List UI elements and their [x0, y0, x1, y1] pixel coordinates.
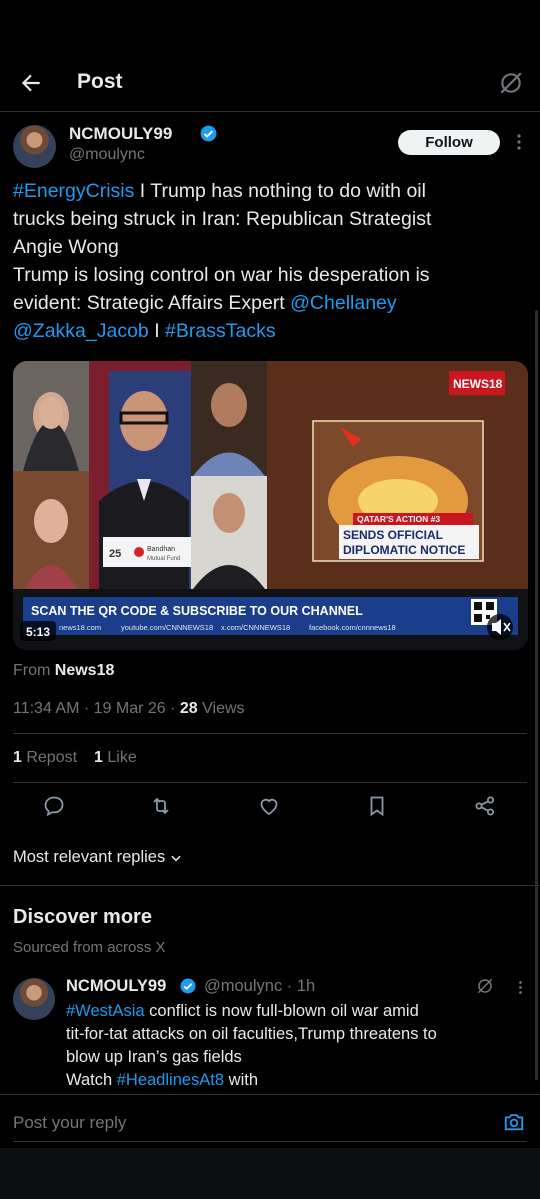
- svg-text:youtube.com/CNNNEWS18: youtube.com/CNNNEWS18: [121, 623, 213, 632]
- post-text-line: evident: Strategic Affairs Expert @Chell…: [13, 289, 523, 317]
- discover-post[interactable]: NCMOULY99 @moulync · 1h #WestAsia confli…: [13, 975, 527, 1090]
- svg-text:x.com/CNNNEWS18: x.com/CNNNEWS18: [221, 623, 290, 632]
- like-count: 1: [94, 749, 103, 766]
- reply-icon[interactable]: [42, 794, 66, 818]
- text-segment: Angie Wong: [13, 236, 119, 258]
- mention-link[interactable]: @Zakka_Jacob: [13, 320, 149, 342]
- chevron-down-icon: [171, 855, 181, 862]
- hashtag-link[interactable]: #EnergyCrisis: [13, 180, 134, 202]
- bookmark-icon[interactable]: [365, 794, 389, 818]
- svg-text:facebook.com/cnnnews18: facebook.com/cnnnews18: [309, 623, 396, 632]
- like-count-link[interactable]: 1 Like: [94, 749, 137, 766]
- scrollbar[interactable]: [535, 310, 538, 1080]
- verified-badge-icon: [200, 125, 217, 142]
- reply-handle-time[interactable]: @moulync · 1h: [204, 977, 315, 996]
- like-icon[interactable]: [257, 794, 281, 818]
- discover-title: Discover more: [13, 906, 152, 928]
- source-prefix: From: [13, 662, 55, 679]
- post-author: NCMOULY99 @moulync Follow: [13, 122, 527, 172]
- views-label: Views: [197, 700, 245, 717]
- divider: [13, 733, 527, 734]
- reply-input[interactable]: [13, 1113, 433, 1133]
- post-text: #EnergyCrisis I Trump has nothing to do …: [13, 177, 523, 345]
- back-arrow-icon[interactable]: [18, 70, 44, 96]
- svg-text:25: 25: [109, 548, 121, 560]
- text-segment: Trump is losing control on war his despe…: [13, 264, 430, 286]
- text-segment: I Trump has nothing to do with oil: [134, 180, 426, 202]
- author-handle[interactable]: @moulync: [69, 146, 145, 164]
- mention-link[interactable]: @Chellaney: [290, 292, 397, 314]
- section-divider: [0, 885, 540, 886]
- reply-text-line: blow up Iran’s gas fields: [66, 1046, 526, 1069]
- reply-author-name[interactable]: NCMOULY99: [66, 977, 166, 996]
- svg-text:SCAN THE QR CODE & SUBSCRIBE T: SCAN THE QR CODE & SUBSCRIBE TO OUR CHAN…: [31, 604, 363, 618]
- text-segment: blow up Iran’s gas fields: [66, 1048, 242, 1066]
- replies-sort-label: Most relevant replies: [13, 848, 166, 866]
- hashtag-link[interactable]: #BrassTacks: [165, 320, 276, 342]
- hashtag-link[interactable]: #WestAsia: [66, 1002, 145, 1020]
- more-icon[interactable]: [518, 980, 523, 995]
- repost-icon[interactable]: [149, 794, 173, 818]
- status-bar: [0, 0, 540, 56]
- source-name[interactable]: News18: [55, 662, 115, 679]
- like-label: Like: [102, 749, 137, 766]
- reply-composer: [0, 1094, 540, 1148]
- hashtag-link[interactable]: #HeadlinesAt8: [117, 1071, 224, 1089]
- svg-text:Mutual Fund: Mutual Fund: [147, 556, 180, 562]
- svg-text:NEWS18: NEWS18: [453, 377, 503, 391]
- text-segment: conflict is now full-blown oil war amid: [144, 1002, 419, 1020]
- top-app-bar: Post: [0, 56, 540, 112]
- svg-text:Bandhan: Bandhan: [147, 546, 175, 553]
- engagement-counts: 1 Repost 1 Like: [13, 749, 137, 767]
- mute-icon[interactable]: [487, 614, 513, 640]
- post-text-line: @Zakka_Jacob I #BrassTacks: [13, 317, 523, 345]
- time-text[interactable]: 11:34 AM · 19 Mar 26 ·: [13, 700, 180, 717]
- divider: [13, 782, 527, 783]
- camera-icon[interactable]: [503, 1111, 525, 1133]
- post-source: From News18: [13, 662, 114, 680]
- views-count: 28: [179, 700, 198, 717]
- composer-divider: [13, 1141, 527, 1142]
- svg-text:news18.com: news18.com: [59, 623, 101, 632]
- text-segment: trucks being struck in Iran: Republican …: [13, 208, 432, 230]
- reply-text-line: #WestAsia conflict is now full-blown oil…: [66, 1000, 526, 1023]
- text-segment: evident: Strategic Affairs Expert: [13, 292, 291, 314]
- post-text-line: Trump is losing control on war his despe…: [13, 261, 523, 289]
- grok-icon[interactable]: [498, 70, 524, 96]
- system-navigation-bar: [0, 1148, 540, 1199]
- video-player[interactable]: 25 Bandhan Mutual Fund NEWS18 QATAR'S AC…: [13, 361, 528, 650]
- page-title: Post: [77, 70, 123, 93]
- replies-sort-dropdown[interactable]: Most relevant replies: [13, 848, 183, 867]
- discover-subtitle: Sourced from across X: [13, 939, 166, 956]
- post-text-line: Angie Wong: [13, 233, 523, 261]
- post-text-line: #EnergyCrisis I Trump has nothing to do …: [13, 177, 523, 205]
- author-name[interactable]: NCMOULY99: [69, 124, 172, 144]
- text-segment: with: [224, 1071, 258, 1089]
- svg-text:5:13: 5:13: [26, 625, 50, 639]
- verified-badge-icon: [180, 978, 196, 994]
- text-segment: Watch: [66, 1071, 117, 1089]
- reply-text: #WestAsia conflict is now full-blown oil…: [66, 1000, 526, 1092]
- svg-text:QATAR'S ACTION #3: QATAR'S ACTION #3: [357, 514, 440, 524]
- repost-count-link[interactable]: 1 Repost: [13, 749, 77, 766]
- video-thumbnail: 25 Bandhan Mutual Fund NEWS18 QATAR'S AC…: [13, 361, 528, 650]
- post-text-line: trucks being struck in Iran: Republican …: [13, 205, 523, 233]
- repost-label: Repost: [21, 749, 78, 766]
- post-timestamp: 11:34 AM · 19 Mar 26 · 28 Views: [13, 700, 245, 718]
- reply-text-line: tit-for-tat attacks on oil faculties,Tru…: [66, 1023, 526, 1046]
- follow-button[interactable]: Follow: [398, 130, 500, 155]
- reply-text-line: Watch #HeadlinesAt8 with: [66, 1069, 526, 1092]
- avatar[interactable]: [13, 978, 55, 1020]
- share-icon[interactable]: [473, 794, 497, 818]
- text-segment: I: [148, 320, 166, 342]
- grok-icon[interactable]: [476, 977, 494, 995]
- text-segment: tit-for-tat attacks on oil faculties,Tru…: [66, 1025, 437, 1043]
- svg-text:DIPLOMATIC NOTICE: DIPLOMATIC NOTICE: [343, 543, 465, 557]
- avatar[interactable]: [13, 125, 56, 168]
- repost-count: 1: [13, 749, 22, 766]
- svg-text:SENDS OFFICIAL: SENDS OFFICIAL: [343, 528, 443, 542]
- more-icon[interactable]: [516, 133, 522, 151]
- post-actions: [0, 794, 540, 820]
